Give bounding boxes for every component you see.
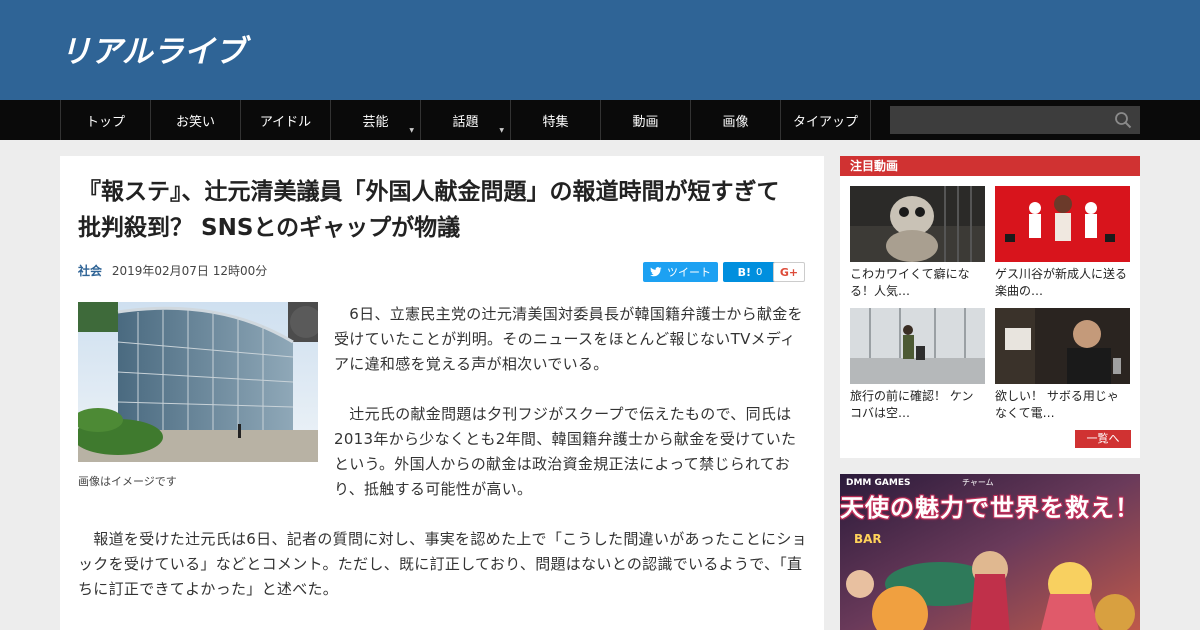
tweet-button[interactable]: ツイート: [643, 262, 718, 282]
nav-item[interactable]: アイドル: [241, 100, 331, 140]
nav-item-label: トップ: [85, 114, 125, 130]
hatena-count: 0: [756, 266, 763, 278]
video-title: 旅行の前に確認！ ケンコバは空…: [850, 389, 974, 420]
featured-videos-heading: 注目動画: [840, 156, 1140, 176]
video-title: こわカワイくて癖になる！人気…: [850, 267, 970, 298]
article-paragraph-1: 6日、立憲民主党の辻元清美国対委員長が韓国籍弁護士から献金を受けていたことが判明…: [334, 305, 803, 373]
publish-date: 2019年02月07日 12時00分: [111, 264, 268, 278]
category-link[interactable]: 社会: [78, 264, 102, 278]
nav-item-label: お笑い: [175, 114, 215, 130]
article: 『報ステ』、辻元清美議員「外国人献金問題」の報道時間が短すぎて批判殺到？ SNS…: [60, 156, 824, 630]
nav-item[interactable]: 特集: [511, 100, 601, 140]
video-card[interactable]: ゲス川谷が新成人に送る楽曲の…: [995, 186, 1130, 300]
video-title: 欲しい！ サボる用じゃなくて電…: [995, 389, 1119, 420]
nav-list: トップ お笑い アイドル 芸能 ▼ 話題 ▼ 特集 動画 画像 タイアップ: [60, 100, 871, 140]
article-paragraph-3: 報道を受けた辻元氏は6日、記者の質問に対し、事実を認めた上で「こうした間違いがあ…: [78, 530, 807, 598]
nav-item[interactable]: お笑い: [151, 100, 241, 140]
nav-item-label: 芸能: [362, 114, 389, 130]
nav-item-label: 画像: [722, 114, 749, 130]
video-thumbnail: [850, 186, 985, 262]
ad-brand: DMM GAMES: [846, 478, 911, 488]
gplus-label: G+: [779, 265, 799, 279]
hatena-label: B!: [737, 265, 752, 279]
video-card[interactable]: 欲しい！ サボる用じゃなくて電…: [995, 308, 1130, 422]
site-logo[interactable]: リアルライブ: [60, 30, 280, 70]
nav-item-label: 話題: [452, 114, 479, 130]
ad-ruby: チャーム: [962, 478, 994, 487]
nav-item[interactable]: トップ: [61, 100, 151, 140]
hatena-bookmark-button[interactable]: B! 0: [723, 262, 777, 282]
nav-item-label: 特集: [542, 114, 569, 130]
article-paragraph-2: 辻元氏の献金問題は夕刊フジがスクープで伝えたもので、同氏は2013年から少なくと…: [334, 405, 797, 498]
video-thumbnail: [850, 308, 985, 384]
google-plus-button[interactable]: G+: [773, 262, 805, 282]
nav-item-label: 動画: [632, 114, 659, 130]
article-title: 『報ステ』、辻元清美議員「外国人献金問題」の報道時間が短すぎて批判殺到？ SNS…: [78, 179, 780, 241]
video-thumbnail: [995, 186, 1130, 262]
video-thumbnail: [995, 308, 1130, 384]
ad-headline: 天使の魅力で世界を救え！: [840, 494, 1140, 522]
nav-item-label: タイアップ: [792, 114, 858, 130]
site-header: リアルライブ: [0, 0, 1200, 100]
search-icon[interactable]: [1114, 111, 1132, 129]
ad-bar-sign: BAR: [854, 532, 882, 546]
featured-videos: 注目動画 こわカワイくて癖になる！人気… ゲス川谷が新成人に送る楽曲の… 旅行の…: [840, 156, 1140, 458]
nav-item[interactable]: 芸能 ▼: [331, 100, 421, 140]
search-input[interactable]: [890, 106, 1110, 134]
article-meta: 社会 2019年02月07日 12時00分: [78, 262, 267, 279]
search-box: [890, 106, 1140, 134]
nav-item[interactable]: タイアップ: [781, 100, 871, 140]
video-title: ゲス川谷が新成人に送る楽曲の…: [995, 267, 1128, 298]
submenu-caret-icon: ▼: [499, 127, 504, 134]
video-card[interactable]: 旅行の前に確認！ ケンコバは空…: [850, 308, 985, 422]
nav-item-label: アイドル: [259, 114, 312, 130]
logo-text: リアルライブ: [60, 34, 252, 70]
nav-item[interactable]: 話題 ▼: [421, 100, 511, 140]
advertisement-banner[interactable]: DMM GAMES チャーム 天使の魅力で世界を救え！ BAR: [840, 474, 1140, 630]
submenu-caret-icon: ▼: [409, 127, 414, 134]
image-caption: 画像はイメージです: [78, 475, 177, 488]
nav-item[interactable]: 動画: [601, 100, 691, 140]
article-image: [78, 302, 318, 462]
tweet-label: ツイート: [667, 266, 711, 279]
twitter-icon: [650, 267, 662, 277]
video-list-link[interactable]: 一覧へ: [1075, 430, 1131, 448]
video-card[interactable]: こわカワイくて癖になる！人気…: [850, 186, 985, 300]
nav-item[interactable]: 画像: [691, 100, 781, 140]
